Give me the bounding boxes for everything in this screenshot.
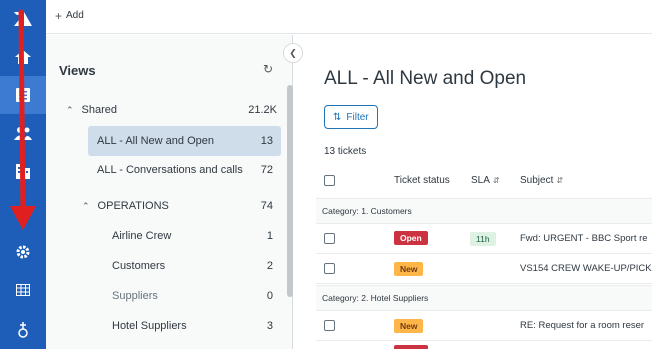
view-item-count: 2 [266, 260, 273, 272]
sla-badge: 11h [470, 232, 496, 246]
view-item-conversations-calls[interactable]: ALL - Conversations and calls 72 [88, 155, 281, 185]
row-checkbox[interactable] [324, 320, 335, 331]
column-header-label: SLA [471, 175, 490, 186]
category-label: Category: 1. Customers [322, 206, 412, 216]
row-checkbox[interactable] [324, 263, 335, 274]
views-title: Views [59, 63, 96, 78]
view-item-airline-crew[interactable]: Airline Crew 1 [112, 221, 281, 251]
page-title: ALL - All New and Open [324, 68, 527, 89]
category-label: Category: 2. Hotel Suppliers [322, 293, 429, 303]
view-item-suppliers[interactable]: Suppliers 0 [112, 281, 281, 311]
status-badge: Open [394, 231, 428, 245]
category-row: Category: 2. Hotel Suppliers [316, 285, 652, 311]
view-item-count: 3 [266, 320, 273, 332]
views-group-count: 21.2K [248, 104, 277, 116]
refresh-icon[interactable]: ↻ [263, 62, 273, 76]
column-header-sla[interactable]: SLA ⇵ [471, 175, 500, 186]
table-row[interactable]: New VS154 CREW WAKE-UP/PICK [316, 254, 652, 284]
tickets-count: 13 tickets [324, 146, 367, 157]
plus-icon: + [55, 8, 63, 23]
column-header-status[interactable]: Ticket status [394, 175, 450, 186]
views-panel: Views ↻ ⌃ Shared 21.2K ALL - All New and… [46, 35, 293, 349]
zendesk-logo-icon[interactable] [0, 0, 46, 38]
home-icon[interactable] [0, 38, 46, 76]
status-badge: New [394, 262, 424, 276]
status-badge-partial [394, 345, 428, 349]
column-header-label: Subject [520, 175, 554, 186]
row-checkbox[interactable] [324, 233, 335, 244]
view-item-count: 13 [260, 135, 273, 147]
view-item-label: Suppliers [112, 290, 158, 302]
column-header-subject[interactable]: Subject ⇵ [520, 175, 563, 186]
ticket-subject[interactable]: Fwd: URGENT - BBC Sport re [520, 233, 648, 244]
view-item-hotel-suppliers[interactable]: Hotel Suppliers 3 [112, 311, 281, 341]
collapse-panel-button[interactable]: ❮ [283, 43, 303, 63]
views-icon[interactable] [0, 76, 46, 114]
filter-button[interactable]: ⇅ Filter [324, 105, 378, 129]
chevron-left-icon: ❮ [289, 47, 297, 58]
chevron-up-icon: ⌃ [82, 200, 90, 211]
view-item-all-new-open[interactable]: ALL - All New and Open 13 [88, 126, 281, 156]
settings-gear-icon[interactable] [0, 233, 46, 271]
views-group-label: Shared [81, 104, 118, 116]
table-row[interactable]: New RE: Request for a room reser [316, 311, 652, 341]
view-item-count: 0 [266, 290, 273, 302]
view-item-count: 1 [266, 230, 273, 242]
views-scrollbar[interactable] [287, 85, 293, 297]
add-button[interactable]: + Add [55, 8, 84, 23]
filter-button-label: Filter [346, 111, 369, 123]
views-group-shared[interactable]: ⌃ Shared 21.2K [66, 95, 285, 125]
view-item-customers[interactable]: Customers 2 [112, 251, 281, 281]
main-content: ALL - All New and Open ⇅ Filter 13 ticke… [294, 35, 652, 349]
nav-rail [0, 0, 46, 349]
ticket-subject[interactable]: RE: Request for a room reser [520, 320, 644, 331]
view-item-label: ALL - All New and Open [97, 135, 214, 147]
filter-sliders-icon: ⇅ [333, 111, 342, 123]
top-bar: + Add [46, 0, 652, 34]
select-all-checkbox[interactable] [324, 175, 335, 186]
sort-icon: ⇵ [492, 176, 500, 185]
view-item-label: Hotel Suppliers [112, 320, 187, 332]
view-item-label: Customers [112, 260, 166, 272]
chevron-up-icon: ⌃ [66, 104, 74, 115]
view-item-label: ALL - Conversations and calls [97, 164, 243, 176]
views-subgroup-count: 74 [260, 200, 273, 212]
column-header-label: Ticket status [394, 175, 450, 186]
category-row: Category: 1. Customers [316, 198, 652, 224]
add-button-label: Add [66, 10, 84, 21]
apps-icon[interactable] [0, 311, 46, 349]
organizations-icon[interactable] [0, 152, 46, 190]
views-subgroup-label: OPERATIONS [97, 200, 169, 212]
ticket-subject[interactable]: VS154 CREW WAKE-UP/PICK [520, 263, 652, 274]
view-item-label: Airline Crew [112, 230, 172, 242]
view-item-count: 72 [260, 164, 273, 176]
reporting-icon[interactable] [0, 271, 46, 309]
status-badge: New [394, 319, 424, 333]
customers-icon[interactable] [0, 114, 46, 152]
sort-icon: ⇵ [556, 176, 564, 185]
views-subgroup-operations[interactable]: ⌃ OPERATIONS 74 [82, 191, 281, 221]
table-row[interactable]: Open 11h Fwd: URGENT - BBC Sport re [316, 224, 652, 254]
